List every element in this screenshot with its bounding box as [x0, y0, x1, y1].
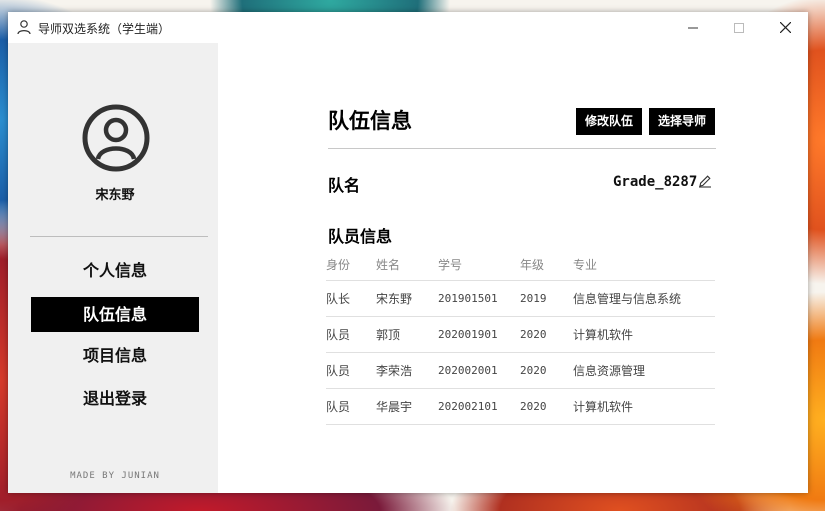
- cell-role: 队员: [326, 352, 376, 389]
- column-header-name: 姓名: [376, 252, 438, 281]
- maximize-icon: [734, 22, 744, 33]
- cell-major: 信息管理与信息系统: [573, 280, 715, 317]
- cell-name: 郭顶: [376, 316, 438, 353]
- close-icon: [779, 22, 791, 33]
- cell-grade: 2020: [520, 388, 573, 425]
- main-panel: 队伍信息 修改队伍 选择导师 队名 Grade_8287 队员信息 身份 姓名 …: [218, 43, 808, 493]
- user-circle-icon: [82, 104, 150, 172]
- table-row: 队员 华晨宇 202002101 2020 计算机软件: [326, 388, 715, 425]
- made-by-footer: MADE BY JUNIAN: [70, 471, 160, 481]
- cell-role: 队长: [326, 280, 376, 317]
- cell-name: 华晨宇: [376, 388, 438, 425]
- members-section-title: 队员信息: [328, 227, 393, 246]
- user-outline-icon: [17, 20, 31, 35]
- window-title: 导师双选系统（学生端）: [38, 22, 171, 36]
- cell-student-id: 202001901: [438, 316, 520, 353]
- page-title: 队伍信息: [328, 109, 412, 133]
- column-header-grade: 年级: [520, 252, 573, 281]
- cell-grade: 2020: [520, 352, 573, 389]
- column-header-role: 身份: [326, 252, 376, 281]
- cell-role: 队员: [326, 316, 376, 353]
- column-header-major: 专业: [573, 252, 715, 281]
- maximize-button[interactable]: [716, 12, 762, 43]
- cell-student-id: 202002101: [438, 388, 520, 425]
- nav-item-team-info[interactable]: 队伍信息: [31, 297, 199, 332]
- sidebar: 宋东野 个人信息 队伍信息 项目信息 退出登录 MADE BY JUNIAN: [8, 43, 218, 493]
- select-mentor-button[interactable]: 选择导师: [649, 108, 716, 135]
- cell-student-id: 201901501: [438, 280, 520, 317]
- minimize-button[interactable]: [670, 12, 716, 43]
- cell-major: 计算机软件: [573, 388, 715, 425]
- table-row: 队员 李荣浩 202002001 2020 信息资源管理: [326, 352, 715, 389]
- column-header-student-id: 学号: [438, 252, 520, 281]
- modify-team-button[interactable]: 修改队伍: [576, 108, 643, 135]
- members-table: 身份 姓名 学号 年级 专业 队长 宋东野 201901501 2019 信息管…: [326, 252, 715, 425]
- username: 宋东野: [95, 188, 135, 203]
- title-bar[interactable]: 导师双选系统（学生端）: [8, 12, 808, 43]
- team-name-value: Grade_8287: [613, 174, 698, 190]
- cell-name: 李荣浩: [376, 352, 438, 389]
- cell-grade: 2020: [520, 316, 573, 353]
- nav-item-personal-info[interactable]: 个人信息: [31, 253, 199, 288]
- nav-item-project-info[interactable]: 项目信息: [31, 338, 199, 373]
- sidebar-divider: [30, 236, 208, 237]
- cell-grade: 2019: [520, 280, 573, 317]
- close-button[interactable]: [762, 12, 808, 43]
- app-window: 导师双选系统（学生端） 宋东野 个人信息 队伍信息 项目信息 退出登录 MADE…: [8, 12, 808, 493]
- pencil-icon[interactable]: [698, 174, 712, 188]
- cell-student-id: 202002001: [438, 352, 520, 389]
- cell-major: 信息资源管理: [573, 352, 715, 389]
- cell-major: 计算机软件: [573, 316, 715, 353]
- team-name-label: 队名: [328, 176, 361, 195]
- table-header-row: 身份 姓名 学号 年级 专业: [326, 252, 715, 281]
- cell-role: 队员: [326, 388, 376, 425]
- table-row: 队员 郭顶 202001901 2020 计算机软件: [326, 316, 715, 353]
- table-row: 队长 宋东野 201901501 2019 信息管理与信息系统: [326, 280, 715, 317]
- title-divider: [328, 148, 716, 149]
- minimize-icon: [688, 27, 698, 28]
- nav-item-logout[interactable]: 退出登录: [31, 381, 199, 416]
- cell-name: 宋东野: [376, 280, 438, 317]
